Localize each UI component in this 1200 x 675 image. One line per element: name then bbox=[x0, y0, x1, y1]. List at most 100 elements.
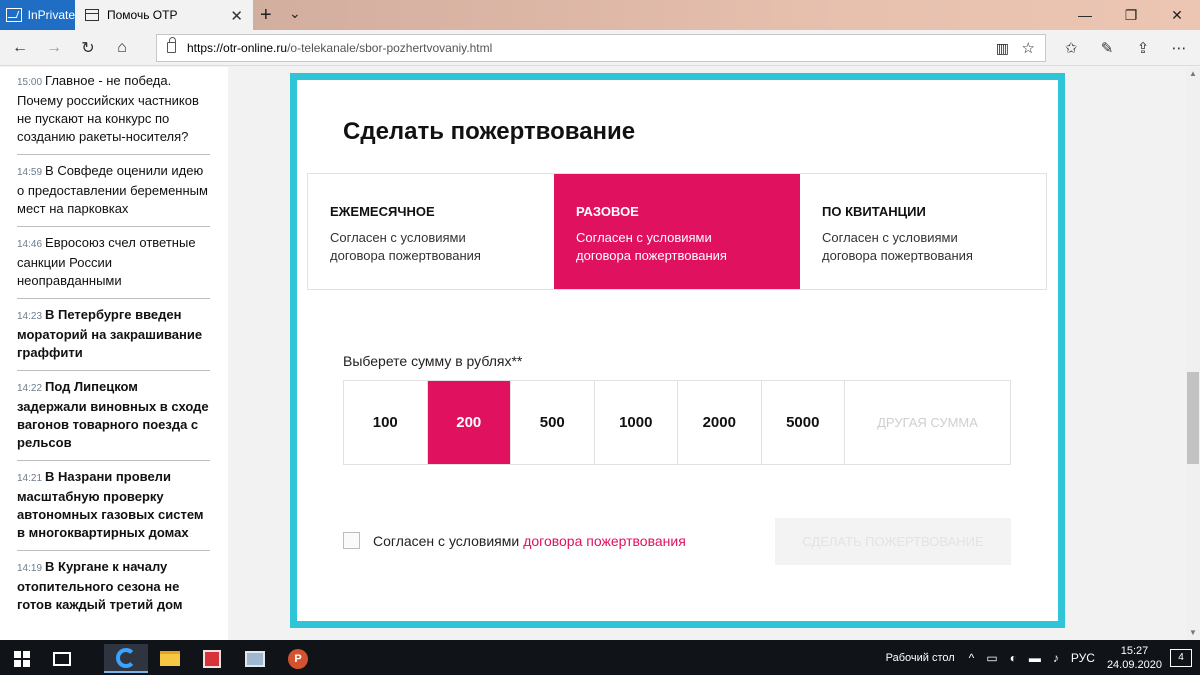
address-bar[interactable]: https://otr-online.ru/o-telekanale/sbor-… bbox=[156, 34, 1046, 62]
desktop-label[interactable]: Рабочий стол bbox=[886, 652, 955, 664]
tab-menu-chevron-icon[interactable]: ⌄ bbox=[289, 5, 301, 22]
news-item[interactable]: 14:46 Евросоюз счел ответные санкции Росс… bbox=[17, 227, 210, 299]
submit-donation-button[interactable]: Сделать пожертвование bbox=[775, 518, 1011, 565]
news-item[interactable]: 14:23 В Петербурге введен мораторий на за… bbox=[17, 299, 210, 371]
url-path: /o-telekanale/sbor-pozhertvovaniy.html bbox=[287, 41, 493, 55]
favorites-icon[interactable]: ✩ bbox=[1060, 36, 1082, 60]
powerpoint-taskbar-button[interactable]: P bbox=[276, 644, 320, 673]
news-item[interactable]: 14:19 В Кургане к началу отопительного се… bbox=[17, 551, 210, 622]
close-window-icon[interactable]: ✕ bbox=[1154, 0, 1200, 30]
inprivate-badge: InPrivate bbox=[0, 0, 75, 30]
donation-form: Сделать пожертвование Ежемесячное Соглас… bbox=[290, 73, 1065, 628]
back-icon[interactable]: ← bbox=[6, 36, 34, 60]
agreement-link[interactable]: договора пожертвования bbox=[523, 533, 686, 549]
inprivate-label: InPrivate bbox=[27, 8, 75, 22]
folder-icon bbox=[160, 651, 180, 666]
amount-option-500[interactable]: 500 bbox=[511, 381, 595, 464]
keyboard-icon[interactable]: ▬ bbox=[1029, 651, 1041, 665]
donation-type-title: Ежемесячное bbox=[330, 204, 435, 219]
scroll-up-icon[interactable]: ▲ bbox=[1189, 69, 1197, 78]
amount-option-2000[interactable]: 2000 bbox=[678, 381, 762, 464]
favorite-star-icon[interactable]: ☆ bbox=[1022, 39, 1035, 57]
news-text: В Совфеде оценили идею о предоставлении … bbox=[17, 163, 208, 216]
reading-view-icon[interactable]: ▥ bbox=[996, 40, 1009, 57]
news-time: 15:00 bbox=[17, 77, 43, 88]
amount-option-200[interactable]: 200 bbox=[427, 381, 511, 464]
news-time: 14:19 bbox=[17, 563, 43, 574]
donation-type-desc: Согласен с условиями договора пожертвова… bbox=[822, 230, 973, 263]
home-icon[interactable]: ⌂ bbox=[108, 36, 136, 60]
scroll-down-icon[interactable]: ▼ bbox=[1189, 628, 1197, 637]
explorer-taskbar-button[interactable] bbox=[148, 644, 192, 673]
window-controls: — ❐ ✕ bbox=[1062, 0, 1200, 30]
start-button[interactable] bbox=[0, 644, 44, 673]
donation-type-desc: Согласен с условиями договора пожертвова… bbox=[576, 230, 727, 263]
clock[interactable]: 15:27 24.09.2020 bbox=[1107, 644, 1162, 672]
language-indicator[interactable]: РУС bbox=[1071, 651, 1095, 665]
share-icon[interactable]: ⇪ bbox=[1132, 36, 1154, 60]
powerpoint-icon: P bbox=[288, 648, 308, 669]
volume-icon[interactable]: ♪ bbox=[1053, 651, 1059, 665]
network-icon[interactable]: ◐ bbox=[1010, 651, 1017, 665]
edge-taskbar-button[interactable] bbox=[104, 644, 148, 673]
news-item[interactable]: 14:21 В Назрани провели масштабную провер… bbox=[17, 461, 210, 551]
system-tray: Рабочий стол ^ ▭ ◐ ▬ ♪ РУС 15:27 24.09.2… bbox=[886, 640, 1200, 675]
donation-type-desc: Согласен с условиями договора пожертвова… bbox=[330, 230, 481, 263]
news-time: 14:46 bbox=[17, 239, 43, 250]
donation-type-monthly[interactable]: Ежемесячное Согласен с условиями договор… bbox=[308, 174, 554, 289]
notification-center-icon[interactable]: 4 bbox=[1170, 648, 1192, 667]
show-hidden-icon[interactable]: ^ bbox=[969, 651, 975, 665]
minimize-icon[interactable]: — bbox=[1062, 0, 1108, 30]
amount-option-100[interactable]: 100 bbox=[344, 381, 428, 464]
news-text: Главное - не победа. Почему российских ч… bbox=[17, 73, 199, 144]
url-host: https://otr-online.ru bbox=[187, 41, 288, 55]
donation-type-title: Разовое bbox=[576, 204, 639, 219]
donation-type-receipt[interactable]: По квитанции Согласен с условиями догово… bbox=[800, 174, 1046, 289]
gift-icon bbox=[203, 649, 221, 668]
tab-active[interactable]: Помочь ОТР ✕ bbox=[75, 0, 253, 30]
task-view-button[interactable] bbox=[40, 644, 84, 673]
amount-option-5000[interactable]: 5000 bbox=[762, 381, 845, 464]
forward-icon[interactable]: → bbox=[40, 36, 68, 60]
battery-icon[interactable]: ▭ bbox=[986, 651, 997, 665]
news-item[interactable]: 14:59 В Совфеде оценили идею о предоставл… bbox=[17, 155, 210, 227]
close-tab-icon[interactable]: ✕ bbox=[230, 7, 243, 25]
new-tab-icon[interactable]: + bbox=[260, 4, 272, 27]
page-scrollbar[interactable] bbox=[1186, 67, 1200, 640]
browser-titlebar: InPrivate Помочь ОТР ✕ + ⌄ — ❐ ✕ bbox=[0, 0, 1200, 30]
other-amount-input[interactable]: Другая сумма bbox=[845, 381, 1010, 464]
news-text: Евросоюз счел ответные санкции России не… bbox=[17, 235, 196, 288]
agreement-checkbox[interactable] bbox=[343, 532, 360, 549]
donation-type-title: По квитанции bbox=[822, 204, 926, 219]
browser-navbar: ← → ↻ ⌂ https://otr-online.ru/o-telekana… bbox=[0, 30, 1200, 66]
news-time: 14:59 bbox=[17, 167, 43, 178]
windows-taskbar: P Рабочий стол ^ ▭ ◐ ▬ ♪ РУС 15:27 24.09… bbox=[0, 640, 1200, 675]
pen-icon[interactable]: ✎ bbox=[1096, 36, 1118, 60]
donation-title: Сделать пожертвование bbox=[343, 118, 636, 145]
donation-type-onetime[interactable]: Разовое Согласен с условиями договора по… bbox=[554, 174, 800, 289]
maximize-icon[interactable]: ❐ bbox=[1108, 0, 1154, 30]
news-item[interactable]: 15:00 Главное - не победа. Почему российс… bbox=[17, 67, 210, 155]
news-item[interactable]: 14:22 Под Липецком задержали виновных в с… bbox=[17, 371, 210, 461]
edge-icon bbox=[116, 647, 136, 668]
more-icon[interactable]: ⋯ bbox=[1168, 36, 1190, 60]
news-text: Под Липецком задержали виновных в сходе … bbox=[17, 379, 209, 450]
news-text: В Петербурге введен мораторий на закраши… bbox=[17, 307, 203, 360]
amount-label: Выберете сумму в рублях** bbox=[343, 353, 523, 369]
refresh-icon[interactable]: ↻ bbox=[74, 36, 102, 60]
amount-selector: 100 200 500 1000 2000 5000 Другая сумма bbox=[343, 380, 1011, 465]
news-text: В Назрани провели масштабную проверку ав… bbox=[17, 469, 204, 540]
remote-taskbar-button[interactable] bbox=[233, 644, 277, 673]
windows-logo-icon bbox=[14, 650, 30, 667]
lock-icon bbox=[167, 37, 176, 53]
clock-date: 24.09.2020 bbox=[1106, 658, 1162, 671]
scrollbar-thumb[interactable] bbox=[1187, 372, 1199, 464]
amount-option-1000[interactable]: 1000 bbox=[595, 381, 678, 464]
news-time: 14:23 bbox=[17, 311, 43, 322]
donation-type-selector: Ежемесячное Согласен с условиями договор… bbox=[307, 173, 1047, 290]
page-icon bbox=[85, 9, 99, 21]
gift-taskbar-button[interactable] bbox=[190, 644, 234, 673]
tab-title: Помочь ОТР bbox=[107, 8, 178, 22]
monitor-icon bbox=[245, 650, 265, 667]
agreement-row: Согласен с условиями договора пожертвова… bbox=[343, 532, 686, 549]
